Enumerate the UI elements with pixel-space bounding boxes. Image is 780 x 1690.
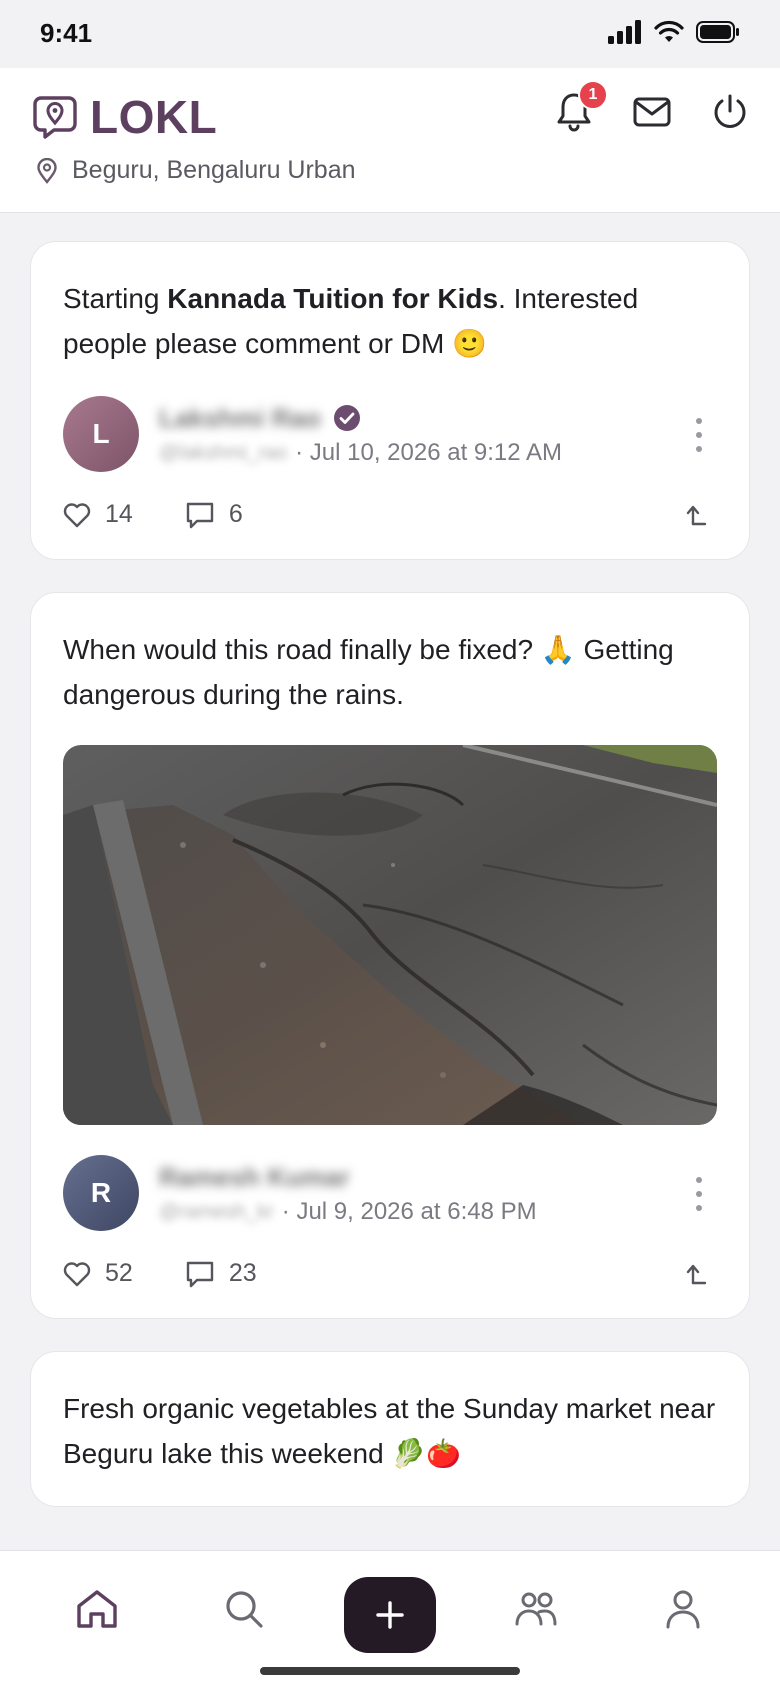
more-options-button[interactable] [687, 418, 711, 452]
home-indicator [260, 1667, 520, 1675]
like-button[interactable]: 14 [63, 500, 133, 529]
verified-icon [333, 405, 360, 431]
notification-badge: 1 [578, 80, 608, 110]
pothole-road-photo [63, 745, 717, 1125]
profile-icon [666, 1590, 700, 1629]
post-timestamp: · Jul 10, 2026 at 9:12 AM [295, 439, 562, 466]
create-post-button[interactable] [344, 1577, 436, 1653]
heart-icon [63, 502, 91, 527]
post-image[interactable] [63, 745, 717, 1125]
author-handle: @lakshmi_rao [159, 441, 288, 464]
notifications-button[interactable]: 1 [552, 80, 608, 134]
share-button[interactable] [685, 502, 709, 528]
like-count: 14 [105, 500, 133, 528]
feed: Starting Kannada Tuition for Kids. Inter… [30, 241, 750, 1539]
post-timestamp: · Jul 9, 2026 at 6:48 PM [281, 1198, 537, 1225]
status-icons [608, 20, 740, 44]
more-options-button[interactable] [687, 1177, 711, 1211]
post-author: L Lakshmi Rao @lakshmi_rao · Jul 10, 202… [63, 396, 717, 472]
share-button[interactable] [685, 1261, 709, 1287]
battery-icon [696, 21, 739, 43]
brand: LOKL [32, 90, 217, 144]
post-actions: 52 23 [63, 1259, 717, 1288]
avatar[interactable]: R [63, 1155, 139, 1231]
comment-icon [186, 1261, 214, 1287]
comment-icon [186, 502, 214, 528]
share-icon [686, 1264, 707, 1284]
cellular-signal-icon [608, 20, 641, 44]
author-name[interactable]: Lakshmi Rao [159, 403, 321, 434]
lokl-logo-icon [33, 96, 77, 139]
comment-count: 6 [228, 500, 243, 528]
nav-home[interactable] [69, 1581, 125, 1637]
nav-community[interactable] [508, 1581, 564, 1637]
search-icon [226, 1591, 263, 1628]
messages-button[interactable] [630, 90, 674, 134]
home-icon [77, 1590, 117, 1628]
author-name[interactable]: Ramesh Kumar [159, 1162, 350, 1193]
post-card[interactable]: When would this road finally be fixed? 🙏… [30, 592, 750, 1319]
heart-icon [63, 1261, 91, 1286]
app-header: LOKL Beguru, Bengaluru Urban 1 [0, 68, 780, 213]
create-post-icon [376, 1601, 404, 1629]
author-meta: Ramesh Kumar @ramesh_kr · Jul 9, 2026 at… [159, 1160, 537, 1226]
like-count: 52 [105, 1259, 133, 1287]
location-selector[interactable]: Beguru, Bengaluru Urban [36, 156, 356, 185]
comment-button[interactable]: 23 [185, 1259, 257, 1288]
bottom-navigation [0, 1550, 780, 1690]
comment-count: 23 [228, 1259, 257, 1287]
like-button[interactable]: 52 [63, 1259, 133, 1288]
author-handle: @ramesh_kr [159, 1200, 274, 1223]
status-time: 9:41 [40, 18, 93, 48]
mail-icon [633, 97, 671, 127]
community-icon [515, 1592, 557, 1626]
location-pin-icon [37, 157, 57, 184]
nav-profile[interactable] [655, 1581, 711, 1637]
post-actions: 14 6 [63, 500, 717, 529]
post-text: Starting Kannada Tuition for Kids. Inter… [63, 283, 639, 359]
logout-button[interactable] [708, 90, 752, 134]
post-card[interactable]: Starting Kannada Tuition for Kids. Inter… [30, 241, 750, 560]
post-text: When would this road finally be fixed? 🙏… [63, 634, 674, 710]
power-icon [714, 94, 746, 128]
share-icon [686, 505, 707, 525]
avatar[interactable]: L [63, 396, 139, 472]
app-name: LOKL [90, 91, 218, 143]
status-bar: 9:41 [0, 0, 780, 68]
nav-search[interactable] [216, 1581, 272, 1637]
post-card[interactable]: Fresh organic vegetables at the Sunday m… [30, 1351, 750, 1507]
post-author: R Ramesh Kumar @ramesh_kr · Jul 9, 2026 … [63, 1155, 717, 1231]
post-text-bold: Kannada Tuition for Kids [167, 283, 499, 314]
header-actions: 1 [552, 80, 752, 134]
author-meta: Lakshmi Rao @lakshmi_rao · Jul 10, 2026 … [159, 401, 562, 467]
comment-button[interactable]: 6 [185, 500, 243, 529]
post-text: Fresh organic vegetables at the Sunday m… [63, 1393, 716, 1469]
location-label: Beguru, Bengaluru Urban [72, 156, 356, 184]
wifi-icon [654, 20, 684, 42]
